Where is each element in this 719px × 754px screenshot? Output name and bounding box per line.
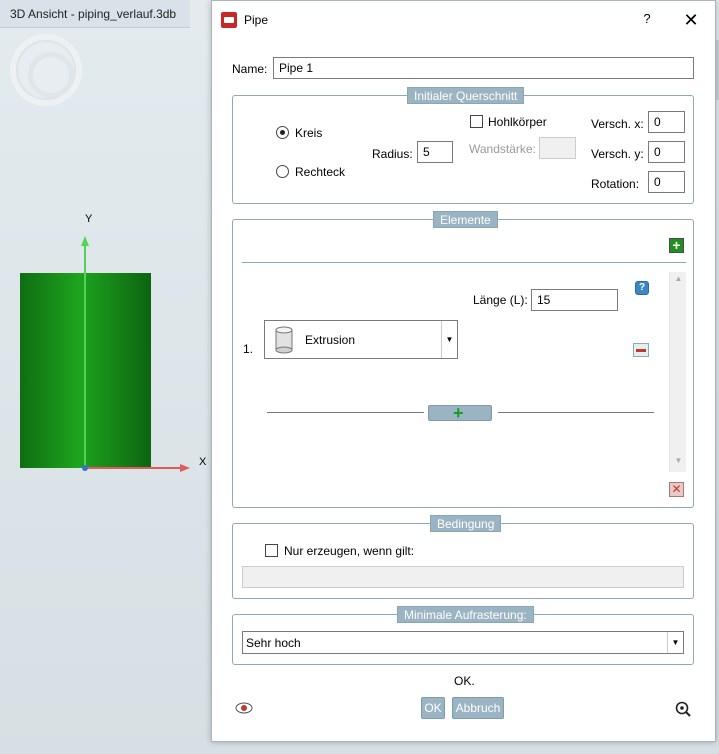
zoom-icon[interactable] (674, 700, 692, 718)
origin-point (82, 465, 88, 471)
cross-section-title: Initialer Querschnitt (407, 87, 525, 104)
radius-input[interactable]: 5 (417, 141, 453, 163)
condition-checkbox[interactable] (265, 544, 278, 557)
elements-title: Elemente (433, 211, 498, 228)
versch-x-input[interactable]: 0 (648, 111, 685, 133)
insert-divider-left (267, 412, 424, 413)
hohlkoerper-label: Hohlkörper (488, 115, 547, 129)
status-text: OK. (454, 674, 475, 688)
help-button[interactable]: ? (637, 11, 657, 29)
delete-all-icon[interactable]: ✕ (669, 482, 684, 497)
info-icon[interactable]: ? (635, 281, 649, 295)
element-index: 1. (243, 342, 254, 356)
versch-y-input[interactable]: 0 (648, 141, 685, 163)
wandstaerke-label: Wandstärke: (469, 142, 536, 156)
view-navigation-wheel-icon[interactable] (10, 34, 82, 106)
laenge-label: Länge (L): (473, 293, 528, 307)
elements-header-divider (242, 262, 686, 263)
pipe-dialog: Pipe ? ✕ Name: Pipe 1 Initialer Querschn… (211, 0, 716, 742)
rechteck-radio[interactable] (276, 165, 289, 178)
name-label: Name: (232, 62, 268, 76)
condition-expression-input[interactable] (242, 566, 684, 588)
ok-button[interactable]: OK (421, 697, 445, 719)
element-type-value: Extrusion (305, 333, 356, 347)
scroll-down-icon[interactable]: ▼ (671, 456, 686, 470)
cylinder-icon (275, 326, 293, 354)
rasterization-title: Minimale Aufrasterung: (397, 606, 534, 623)
eye-icon[interactable] (235, 701, 253, 715)
remove-element-button[interactable] (633, 343, 649, 357)
name-input[interactable]: Pipe 1 (273, 57, 694, 79)
chevron-down-icon[interactable]: ▼ (667, 632, 683, 653)
kreis-radio[interactable] (276, 126, 289, 139)
3d-model-canvas (20, 236, 190, 472)
condition-title: Bedingung (430, 515, 502, 532)
rasterization-select[interactable]: Sehr hoch ▼ (242, 631, 684, 654)
laenge-input[interactable]: 15 (531, 289, 618, 311)
hohlkoerper-checkbox[interactable] (470, 115, 483, 128)
condition-checkbox-label: Nur erzeugen, wenn gilt: (284, 544, 415, 558)
app-icon (221, 12, 237, 28)
rasterization-group: Minimale Aufrasterung: Sehr hoch ▼ (232, 606, 694, 665)
view-tab[interactable]: 3D Ansicht - piping_verlauf.3db (0, 0, 190, 28)
y-axis-arrow (81, 236, 89, 246)
dialog-titlebar[interactable]: Pipe ? ✕ (212, 1, 715, 39)
dialog-title: Pipe (244, 13, 269, 27)
versch-x-label: Versch. x: (591, 117, 644, 131)
element-type-select[interactable]: Extrusion ▼ (264, 320, 458, 359)
add-element-top-button[interactable]: + (669, 238, 684, 253)
versch-y-label: Versch. y: (591, 147, 644, 161)
rasterization-value: Sehr hoch (246, 636, 301, 650)
y-axis-label: Y (85, 213, 93, 225)
condition-group: Bedingung Nur erzeugen, wenn gilt: (232, 515, 694, 599)
view-tab-title: 3D Ansicht - piping_verlauf.3db (10, 7, 177, 21)
rotation-label: Rotation: (591, 177, 640, 191)
x-axis-label: X (199, 456, 207, 468)
rechteck-label: Rechteck (295, 165, 346, 179)
elements-group: Elemente + Länge (L): 15 1. Extrusion ▼ … (232, 211, 694, 508)
kreis-label: Kreis (295, 126, 323, 140)
scroll-up-icon[interactable]: ▲ (671, 274, 686, 288)
cross-section-group: Initialer Querschnitt Kreis Rechteck Rad… (232, 87, 694, 204)
cancel-button[interactable]: Abbruch (452, 697, 504, 719)
radius-label: Radius: (372, 147, 413, 161)
insert-element-button[interactable]: + (428, 404, 492, 422)
close-button[interactable]: ✕ (680, 9, 702, 31)
chevron-down-icon[interactable]: ▼ (441, 321, 457, 358)
rotation-input[interactable]: 0 (648, 171, 685, 193)
wandstaerke-input[interactable] (539, 137, 576, 159)
insert-divider-right (498, 412, 654, 413)
x-axis-arrow (180, 464, 190, 472)
elements-scrollbar[interactable]: ▲ ▼ (669, 272, 686, 472)
